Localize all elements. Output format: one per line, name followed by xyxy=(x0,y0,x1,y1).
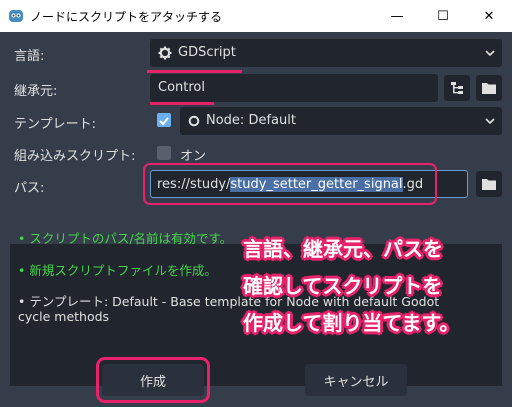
inherits-label: 継承元: xyxy=(14,84,58,99)
cancel-button-label: キャンセル xyxy=(323,374,389,390)
message-new-file: • 新規スクリプトファイルを作成。 xyxy=(18,263,217,278)
annotation-line-2: 確認してスクリプトを xyxy=(243,274,443,298)
language-underline xyxy=(147,70,242,73)
inherits-field[interactable]: Control xyxy=(150,74,438,102)
template-checkbox[interactable] xyxy=(157,113,171,127)
template-value: Node: Default xyxy=(206,113,296,128)
tree-icon xyxy=(451,82,463,94)
folder-icon xyxy=(482,179,496,190)
chevron-down-icon xyxy=(485,50,495,57)
create-highlight xyxy=(96,357,210,403)
path-label: パス: xyxy=(14,181,45,196)
builtin-label: 組み込みスクリプト: xyxy=(14,149,136,164)
template-label: テンプレート: xyxy=(14,117,96,132)
chevron-down-icon xyxy=(485,118,495,125)
minimize-button[interactable]: — xyxy=(374,0,420,32)
maximize-button[interactable]: ☐ xyxy=(420,0,466,32)
window-title: ノードにスクリプトをアタッチする xyxy=(30,10,223,24)
close-icon: ✕ xyxy=(483,8,495,24)
language-select[interactable]: GDScript xyxy=(150,39,502,67)
title-bar: ノードにスクリプトをアタッチする — ☐ ✕ xyxy=(0,0,512,32)
checkmark-icon xyxy=(159,117,169,126)
builtin-checkbox-label: オン xyxy=(180,149,207,164)
inherits-underline xyxy=(150,102,214,105)
message-valid: • スクリプトのパス/名前は有効です。 xyxy=(18,231,233,246)
path-highlight xyxy=(143,163,437,205)
folder-icon xyxy=(482,83,496,94)
circle-icon xyxy=(188,115,200,127)
minimize-icon: — xyxy=(390,8,404,24)
attach-script-dialog: 言語: GDScript 継承元: Control テンプレート: Node: … xyxy=(0,32,512,407)
maximize-icon: ☐ xyxy=(437,8,449,24)
cancel-button[interactable]: キャンセル xyxy=(305,364,407,396)
language-value: GDScript xyxy=(178,45,236,60)
gear-icon xyxy=(158,46,172,60)
builtin-checkbox[interactable] xyxy=(157,146,171,160)
inherits-value: Control xyxy=(158,80,205,95)
browse-file-button[interactable] xyxy=(476,75,502,101)
language-label: 言語: xyxy=(14,49,45,64)
message-template-cont: cycle methods xyxy=(18,309,110,324)
path-browse-button[interactable] xyxy=(476,171,502,197)
browse-class-button[interactable] xyxy=(444,75,470,101)
template-select[interactable]: Node: Default xyxy=(180,107,502,135)
close-button[interactable]: ✕ xyxy=(466,0,512,32)
annotation-line-3: 作成して割り当てます。 xyxy=(243,311,460,335)
godot-app-icon xyxy=(9,10,23,22)
annotation-line-1: 言語、継承元、パスを xyxy=(243,237,443,261)
